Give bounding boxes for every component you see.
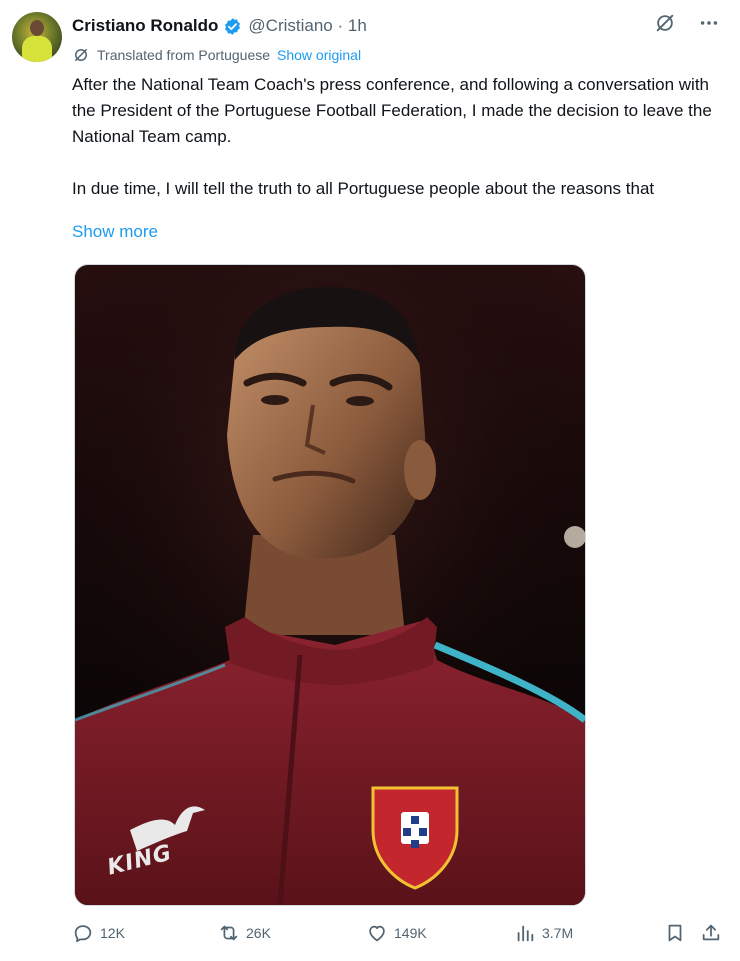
avatar-figure-body	[22, 36, 52, 62]
post-header: Cristiano Ronaldo @Cristiano · 1h	[72, 14, 720, 38]
post-text: After the National Team Coach's press co…	[72, 72, 712, 202]
grok-icon[interactable]	[654, 12, 676, 34]
verified-badge-icon	[225, 17, 241, 35]
avatar-figure-head	[30, 20, 44, 36]
views-button[interactable]: 3.7M	[514, 922, 573, 944]
post-photo[interactable]: KING	[74, 264, 586, 906]
action-bar: 12K 26K 149K 3.7M	[72, 922, 722, 948]
post-paragraph-1: After the National Team Coach's press co…	[72, 75, 712, 146]
reply-count: 12K	[100, 925, 125, 941]
share-icon	[702, 924, 720, 941]
repost-icon	[220, 925, 238, 941]
bookmark-icon	[668, 924, 682, 942]
like-icon	[369, 925, 385, 942]
translated-label: Translated from Portuguese	[97, 47, 271, 63]
reply-icon	[74, 925, 92, 943]
show-original-link[interactable]: Show original	[277, 47, 361, 63]
like-count: 149K	[394, 925, 427, 941]
avatar[interactable]	[12, 12, 62, 62]
repost-count: 26K	[246, 925, 271, 941]
post-time[interactable]: 1h	[348, 16, 367, 35]
share-button[interactable]	[700, 922, 728, 944]
post-paragraph-2: In due time, I will tell the truth to al…	[72, 179, 655, 198]
views-count: 3.7M	[542, 925, 574, 941]
views-icon	[517, 925, 534, 942]
like-button[interactable]: 149K	[366, 922, 427, 944]
handle-text: @Cristiano	[248, 16, 333, 35]
header-actions	[654, 12, 720, 34]
repost-button[interactable]: 26K	[218, 922, 271, 944]
bookmark-button[interactable]	[664, 922, 692, 944]
author-handle[interactable]: @Cristiano · 1h	[248, 16, 366, 36]
reply-button[interactable]: 12K	[72, 922, 125, 944]
more-icon[interactable]	[698, 12, 720, 34]
separator-dot: ·	[337, 16, 344, 35]
translation-bar: Translated from Portuguese Show original	[72, 46, 361, 64]
photo-illustration	[75, 265, 585, 905]
translate-icon	[75, 49, 87, 61]
author-name[interactable]: Cristiano Ronaldo	[72, 16, 218, 36]
show-more-link[interactable]: Show more	[72, 222, 158, 242]
